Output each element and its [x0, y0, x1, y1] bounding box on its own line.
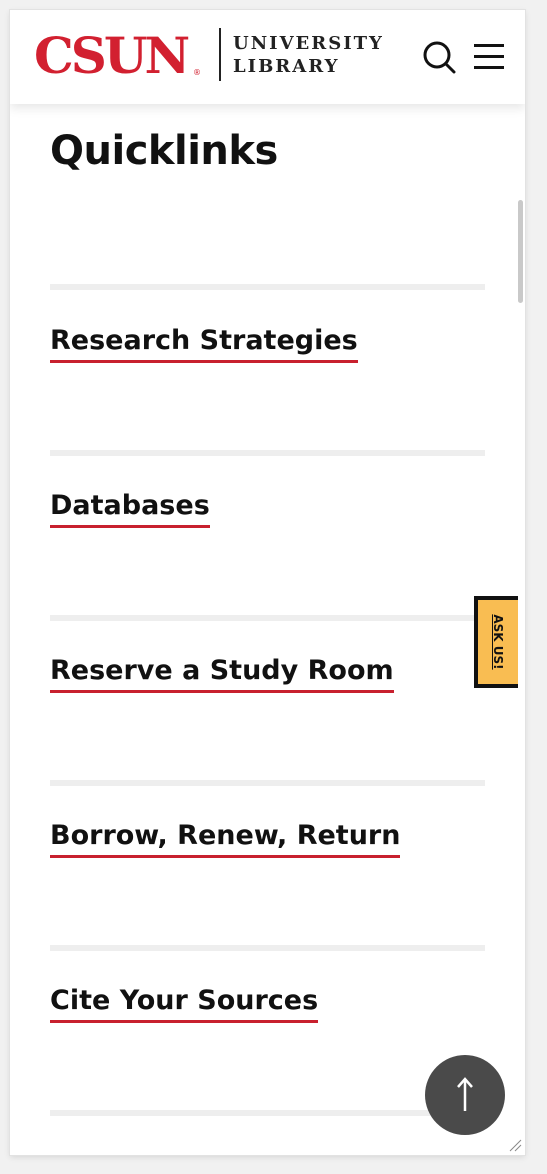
- ask-us-label: ASK US!: [491, 614, 505, 670]
- browser-viewport: CSUN ® UNIVERSITY LIBRARY Quicklinks Res…: [10, 10, 525, 1155]
- list-divider: [50, 450, 485, 456]
- hamburger-line: [474, 66, 504, 69]
- hamburger-menu-icon: [474, 44, 504, 47]
- logo-line-university: UNIVERSITY: [233, 33, 384, 54]
- quicklink-research-strategies[interactable]: Research Strategies: [50, 324, 358, 363]
- site-header: CSUN ® UNIVERSITY LIBRARY: [10, 10, 525, 104]
- csun-logo-text: CSUN: [34, 26, 190, 85]
- list-divider: [50, 1110, 485, 1116]
- registered-mark: ®: [193, 68, 201, 77]
- arrow-up-icon: [457, 1077, 473, 1111]
- university-library-wordmark: UNIVERSITY LIBRARY: [233, 32, 384, 78]
- ask-us-chat-tab[interactable]: ASK US!: [474, 596, 518, 688]
- list-divider: [50, 780, 485, 786]
- hamburger-line: [474, 55, 504, 58]
- quicklink-cite-your-sources[interactable]: Cite Your Sources: [50, 984, 319, 1023]
- menu-button[interactable]: [472, 42, 506, 72]
- scrollbar-thumb[interactable]: [518, 200, 523, 303]
- logo-line-library: LIBRARY: [233, 56, 340, 77]
- quicklink-reserve-study-room[interactable]: Reserve a Study Room: [50, 654, 394, 693]
- list-divider: [50, 945, 485, 951]
- search-icon: [423, 41, 456, 74]
- quicklink-databases[interactable]: Databases: [50, 489, 210, 528]
- list-divider: [50, 284, 485, 290]
- back-to-top-button[interactable]: [425, 1055, 505, 1135]
- quicklink-borrow-renew-return[interactable]: Borrow, Renew, Return: [50, 819, 401, 858]
- logo-divider: [219, 28, 221, 81]
- page-title: Quicklinks: [50, 128, 278, 174]
- search-button[interactable]: [422, 40, 456, 74]
- list-divider: [50, 615, 485, 621]
- resize-grip-icon[interactable]: [508, 1138, 522, 1152]
